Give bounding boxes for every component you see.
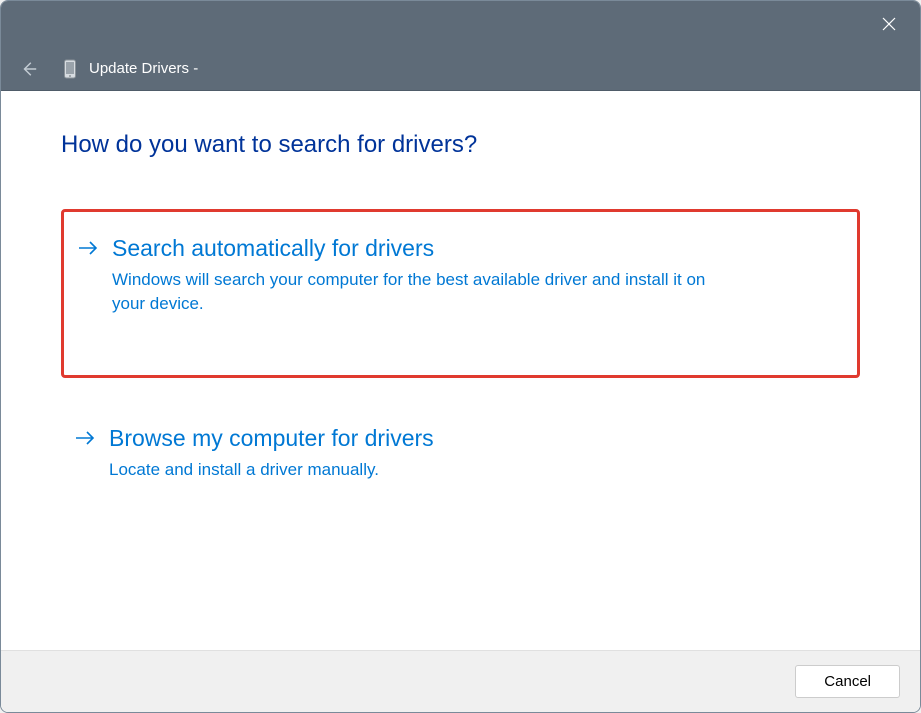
titlebar-top bbox=[1, 1, 920, 47]
close-button[interactable] bbox=[866, 1, 912, 47]
device-icon bbox=[63, 59, 77, 79]
titlebar-sub: Update Drivers - bbox=[1, 47, 920, 91]
dialog-footer: Cancel bbox=[1, 650, 920, 712]
back-arrow-icon bbox=[20, 60, 38, 78]
option-text-block: Browse my computer for drivers Locate an… bbox=[109, 424, 840, 482]
dialog-content: How do you want to search for drivers? S… bbox=[1, 91, 920, 650]
option-search-automatically[interactable]: Search automatically for drivers Windows… bbox=[61, 209, 860, 378]
option-description: Windows will search your computer for th… bbox=[112, 268, 732, 316]
window-title: Update Drivers - bbox=[89, 60, 198, 77]
page-heading: How do you want to search for drivers? bbox=[61, 131, 860, 159]
arrow-right-icon bbox=[75, 430, 95, 451]
option-browse-computer[interactable]: Browse my computer for drivers Locate an… bbox=[61, 402, 860, 504]
back-button[interactable] bbox=[19, 59, 39, 79]
cancel-button[interactable]: Cancel bbox=[795, 665, 900, 698]
option-title: Browse my computer for drivers bbox=[109, 424, 840, 454]
arrow-right-icon bbox=[78, 240, 98, 261]
option-description: Locate and install a driver manually. bbox=[109, 458, 729, 482]
close-icon bbox=[882, 17, 896, 31]
update-drivers-dialog: Update Drivers - How do you want to sear… bbox=[0, 0, 921, 713]
option-text-block: Search automatically for drivers Windows… bbox=[112, 234, 837, 315]
option-title: Search automatically for drivers bbox=[112, 234, 837, 264]
